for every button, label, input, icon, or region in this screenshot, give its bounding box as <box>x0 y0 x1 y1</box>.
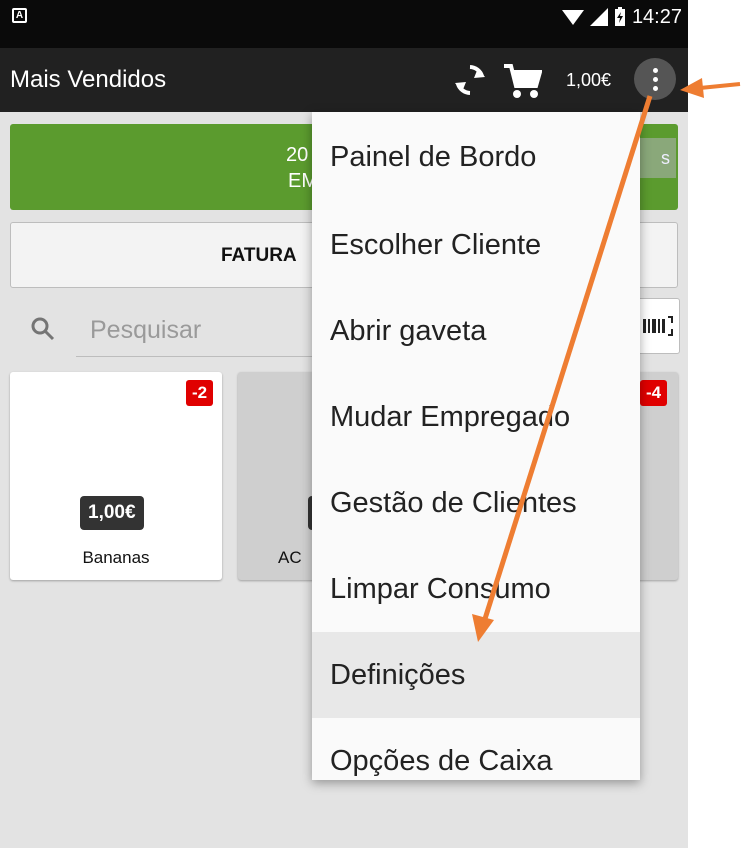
signal-icon <box>589 8 608 26</box>
product-card[interactable]: -2 1,00€ Bananas <box>10 372 222 580</box>
menu-item-definicoes[interactable]: Definições <box>312 632 640 718</box>
menu-item-mudar-empregado[interactable]: Mudar Empregado <box>312 374 640 460</box>
banner-line-1: 20 <box>286 144 309 166</box>
page-title: Mais Vendidos <box>10 66 167 93</box>
product-name: Bananas <box>82 548 150 567</box>
overflow-menu-button[interactable] <box>634 58 676 100</box>
menu-item-opcoes-de-caixa[interactable]: Opções de Caixa <box>312 718 640 780</box>
clock: 14:27 <box>631 5 682 28</box>
product-name: AC <box>278 548 302 567</box>
menu-item-gestao-de-clientes[interactable]: Gestão de Clientes <box>312 460 640 546</box>
stock-badge: -4 <box>640 380 668 406</box>
notification-icon: A <box>12 8 27 23</box>
barcode-scan-button[interactable] <box>636 298 680 354</box>
cart-icon[interactable] <box>502 62 542 100</box>
battery-icon <box>614 7 625 26</box>
menu-item-escolher-cliente[interactable]: Escolher Cliente <box>312 202 640 288</box>
phone-screen: A 14:27 Mais Vendidos 1,00€ 20 EM s FATU… <box>0 0 688 848</box>
menu-item-abrir-gaveta[interactable]: Abrir gaveta <box>312 288 640 374</box>
status-bar: A 14:27 <box>0 0 688 48</box>
overflow-dropdown-menu: Painel de Bordo Escolher Cliente Abrir g… <box>312 112 640 780</box>
product-price: 1,00€ <box>80 496 144 530</box>
app-toolbar: Mais Vendidos 1,00€ <box>0 48 688 112</box>
menu-item-limpar-consumo[interactable]: Limpar Consumo <box>312 546 640 632</box>
wifi-icon <box>561 10 584 25</box>
document-type-label: FATURA <box>221 245 297 266</box>
more-vert-icon <box>652 67 658 73</box>
sync-icon[interactable] <box>452 62 488 98</box>
search-input[interactable]: Pesquisar <box>90 316 201 345</box>
stock-badge: -2 <box>186 380 214 406</box>
arrow-to-overflow-menu <box>680 78 741 98</box>
barcode-icon <box>643 316 673 336</box>
menu-item-painel-de-bordo[interactable]: Painel de Bordo <box>312 112 640 202</box>
search-icon <box>31 317 55 341</box>
cart-total[interactable]: 1,00€ <box>566 70 611 91</box>
status-icons: 14:27 <box>561 2 682 32</box>
